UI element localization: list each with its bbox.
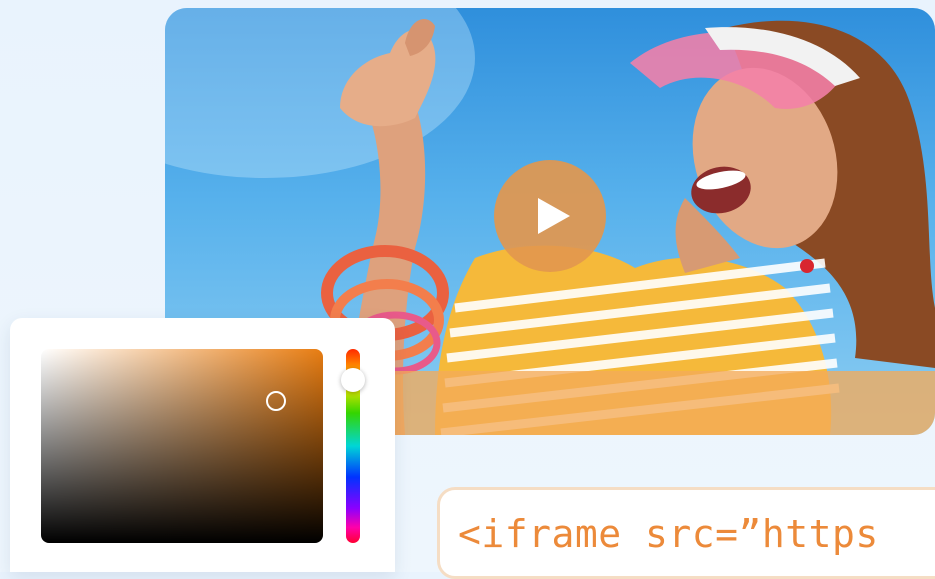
color-selection-handle[interactable]	[266, 391, 286, 411]
embed-code-box[interactable]: <iframe src=”https	[437, 487, 935, 579]
embed-code-text: <iframe src=”https	[458, 512, 879, 556]
play-button[interactable]	[494, 160, 606, 272]
hue-slider-handle[interactable]	[341, 368, 365, 392]
color-picker	[10, 318, 395, 572]
play-icon	[538, 198, 570, 234]
hero-stage: <iframe src=”https	[0, 0, 935, 579]
saturation-value-area[interactable]	[41, 349, 323, 543]
